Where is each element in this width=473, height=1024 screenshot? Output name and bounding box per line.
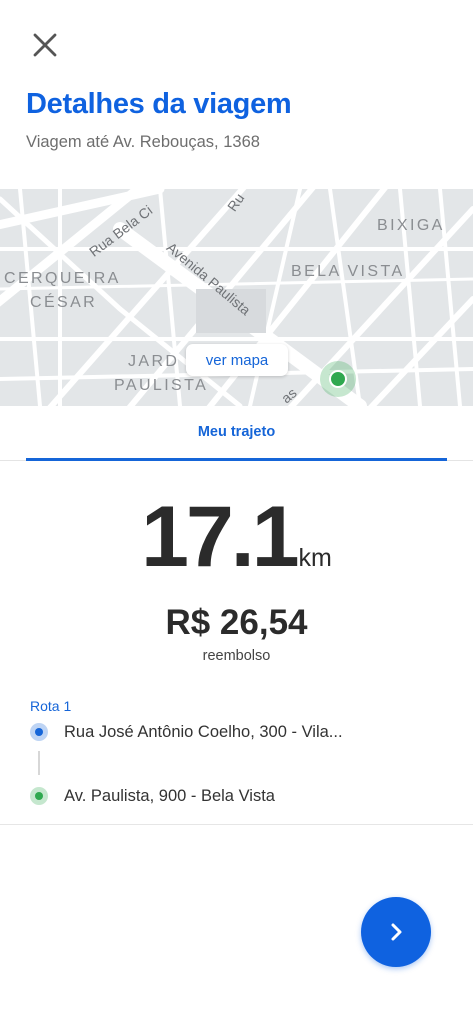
- distance-value: 17.1: [141, 489, 299, 585]
- neighborhood-label: BIXIGA: [377, 217, 445, 234]
- neighborhood-label: BELA VISTA: [291, 263, 405, 280]
- map-pin-icon: [320, 361, 356, 397]
- route-destination: Av. Paulista, 900 - Bela Vista: [30, 784, 275, 808]
- close-icon: [33, 33, 57, 57]
- price-value: R$ 26,54: [165, 603, 308, 642]
- route-label: Rota 1: [30, 698, 72, 714]
- close-button[interactable]: [28, 28, 62, 62]
- destination-dot-icon: [30, 787, 48, 805]
- tab-meu-trajeto[interactable]: Meu trajeto: [26, 406, 447, 461]
- tab-bar: Meu trajeto: [0, 406, 473, 461]
- route-origin: Rua José Antônio Coelho, 300 - Vila...: [30, 720, 343, 744]
- divider: [0, 824, 473, 825]
- neighborhood-label: PAULISTA: [114, 377, 209, 394]
- next-button[interactable]: [361, 897, 431, 967]
- neighborhood-label: CERQUEIRA: [4, 270, 121, 287]
- distance-unit: km: [298, 544, 332, 572]
- route-connector: [38, 751, 40, 775]
- price-caption: reembolso: [202, 648, 271, 664]
- view-map-button[interactable]: ver mapa: [186, 344, 288, 376]
- chevron-right-icon: [391, 923, 402, 941]
- page-subtitle: Viagem até Av. Rebouças, 1368: [26, 133, 260, 151]
- origin-address: Rua José Antônio Coelho, 300 - Vila...: [64, 722, 343, 741]
- distance-display: 17.1km: [0, 488, 473, 587]
- origin-dot-icon: [30, 723, 48, 741]
- neighborhood-label: JARD: [128, 353, 180, 370]
- map-pin-dot: [329, 370, 347, 388]
- map-preview[interactable]: Rua Bela Ci Ru Avenida Paulista as CERQU…: [0, 189, 473, 406]
- destination-address: Av. Paulista, 900 - Bela Vista: [64, 786, 275, 805]
- neighborhood-label: CÉSAR: [30, 294, 98, 311]
- page-title: Detalhes da viagem: [26, 88, 292, 120]
